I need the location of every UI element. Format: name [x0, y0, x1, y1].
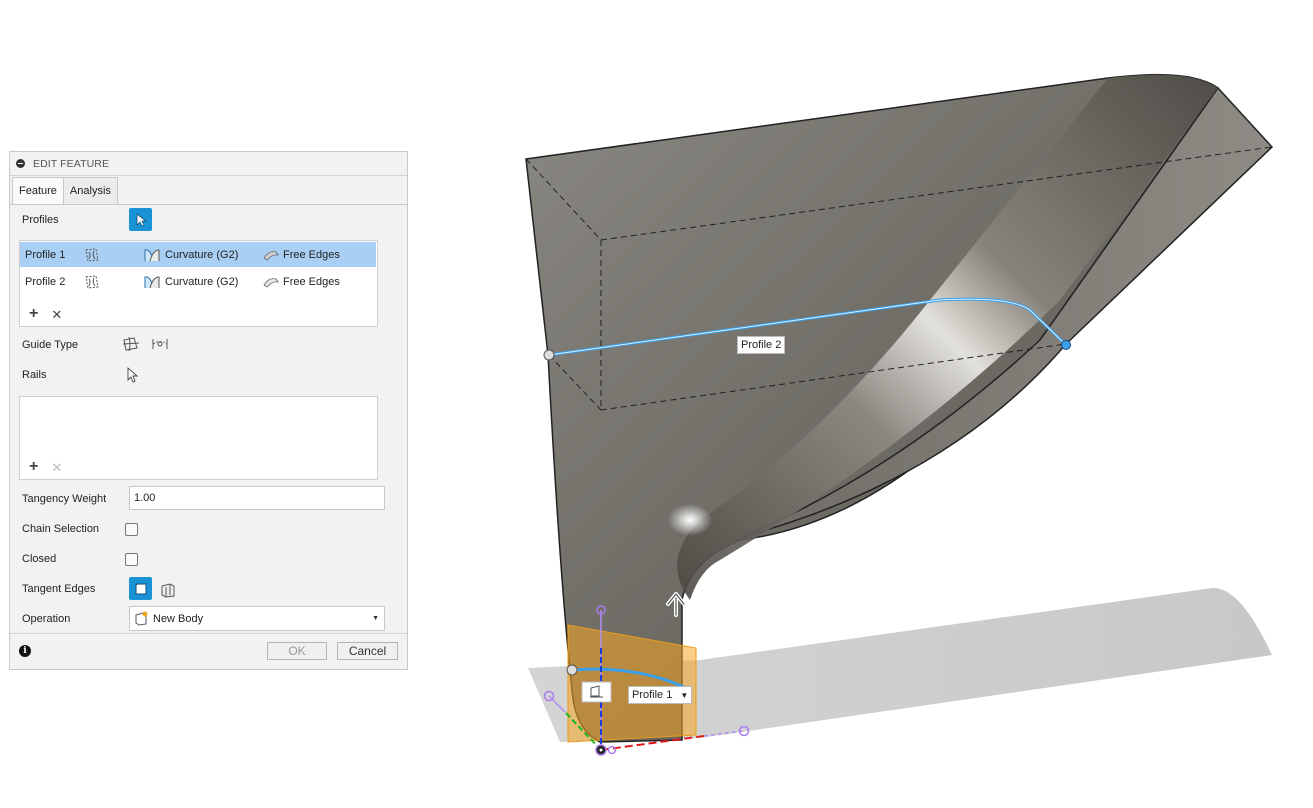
guide-type-rails-icon[interactable]	[122, 336, 140, 352]
add-rail-button[interactable]: +	[29, 459, 38, 475]
profile-name: Profile 2	[25, 275, 66, 288]
tangency-weight-row: Tangency Weight	[22, 489, 106, 509]
edges-dropdown[interactable]: Free Edges	[263, 269, 340, 294]
curvature-icon	[144, 275, 160, 288]
remove-profile-button[interactable]: ✕	[51, 308, 62, 321]
chain-selection-row: Chain Selection	[22, 519, 99, 539]
ok-button[interactable]: OK	[267, 642, 327, 660]
select-arrow-icon	[136, 212, 147, 227]
curvature-icon	[144, 248, 160, 261]
panel-header: EDIT FEATURE	[10, 152, 407, 176]
tangent-edges-merge-button[interactable]	[129, 577, 152, 600]
operation-dropdown[interactable]: New Body ▼	[129, 606, 385, 631]
cancel-button[interactable]: Cancel	[337, 642, 398, 660]
profile-name: Profile 1	[25, 248, 66, 261]
tangent-edges-label: Tangent Edges	[22, 583, 96, 595]
profiles-row: Profiles	[22, 210, 59, 230]
continuity-label: Curvature (G2)	[165, 275, 239, 288]
profile-1-start-point[interactable]	[566, 664, 578, 676]
profile-icon[interactable]	[83, 269, 101, 294]
profile-1-dropdown[interactable]: Profile 1 ▼	[628, 686, 693, 704]
info-icon[interactable]: i	[19, 645, 31, 657]
profile-2-label[interactable]: Profile 2	[737, 336, 786, 354]
profile-2-start-point[interactable]	[543, 349, 555, 361]
edit-feature-panel: EDIT FEATURE Feature Analysis Profiles P…	[9, 151, 408, 670]
profile-icon[interactable]	[83, 242, 101, 267]
profile-row-2[interactable]: Profile 2 Curvature (G2) Free Edges	[20, 269, 376, 294]
tab-feature[interactable]: Feature	[12, 177, 64, 205]
profile-1-label: Profile 1	[632, 689, 673, 701]
continuity-dropdown[interactable]: Curvature (G2)	[144, 242, 238, 267]
profiles-list: Profile 1 Curvature (G2) Free Edges Prof…	[19, 240, 378, 327]
tabs-divider	[10, 204, 407, 205]
tab-analysis[interactable]: Analysis	[62, 177, 118, 204]
rails-row: Rails	[22, 365, 46, 385]
rails-label: Rails	[22, 369, 47, 381]
rails-list: + ✕	[19, 396, 378, 480]
profile-2-end-point[interactable]	[1061, 340, 1071, 350]
operation-row: Operation	[22, 609, 70, 629]
remove-rail-button[interactable]: ✕	[51, 461, 62, 474]
edges-dropdown[interactable]: Free Edges	[263, 242, 340, 267]
profiles-label: Profiles	[22, 214, 59, 226]
chevron-down-icon: ▼	[372, 615, 379, 622]
operation-label: Operation	[22, 613, 71, 625]
operation-value: New Body	[153, 612, 204, 625]
tangency-weight-input[interactable]: 1.00	[129, 486, 385, 510]
rails-arrow-icon[interactable]	[126, 367, 138, 383]
free-edges-icon	[263, 277, 279, 288]
continuity-label: Curvature (G2)	[165, 248, 239, 261]
axis-handle-bottom[interactable]	[607, 745, 617, 755]
guide-type-label: Guide Type	[22, 339, 79, 351]
closed-checkbox[interactable]	[125, 553, 138, 566]
closed-label: Closed	[22, 553, 57, 565]
continuity-dropdown[interactable]: Curvature (G2)	[144, 269, 238, 294]
edges-label: Free Edges	[283, 248, 340, 261]
guide-type-row: Guide Type	[22, 335, 78, 355]
tangent-edges-row: Tangent Edges	[22, 579, 95, 599]
tangent-edges-keep-icon[interactable]	[160, 582, 176, 598]
free-edges-icon	[263, 250, 279, 261]
closed-row: Closed	[22, 549, 56, 569]
collapse-icon[interactable]	[16, 159, 25, 168]
specular-glow	[668, 504, 712, 536]
chain-selection-checkbox[interactable]	[125, 523, 138, 536]
panel-title: EDIT FEATURE	[33, 157, 110, 170]
edges-label: Free Edges	[283, 275, 340, 288]
profile-row-1[interactable]: Profile 1 Curvature (G2) Free Edges	[20, 242, 376, 267]
tangent-edges-icon	[135, 583, 146, 594]
guide-type-centerline-icon[interactable]	[151, 336, 169, 352]
panel-footer: i OK Cancel	[10, 633, 407, 669]
chevron-down-icon: ▼	[680, 690, 689, 700]
profile-1-type-icon[interactable]	[581, 681, 612, 703]
profiles-select-button[interactable]	[129, 208, 152, 231]
new-body-icon	[135, 611, 148, 626]
tab-bar: Feature Analysis	[12, 177, 118, 205]
chain-selection-label: Chain Selection	[22, 523, 100, 535]
tangency-weight-label: Tangency Weight	[22, 493, 107, 505]
add-profile-button[interactable]: +	[29, 306, 38, 322]
